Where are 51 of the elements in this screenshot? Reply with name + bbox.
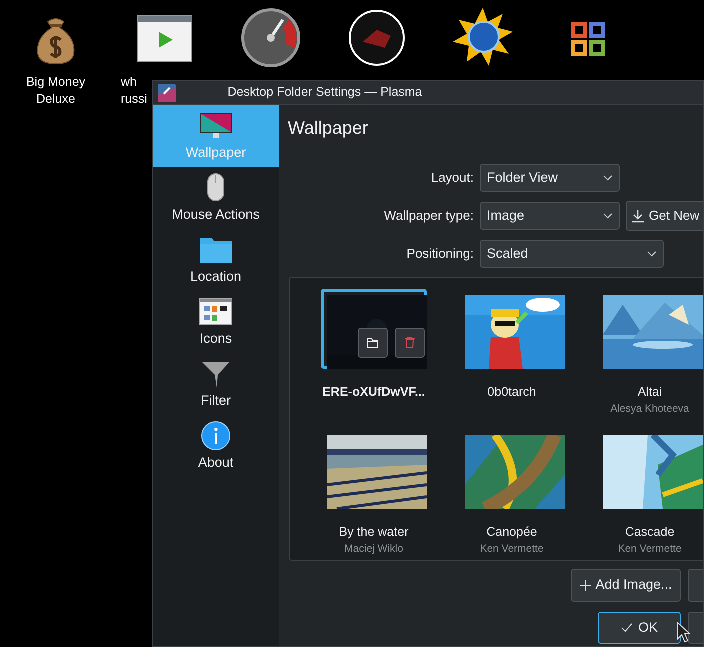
folder-icon xyxy=(367,338,379,348)
desktop-icon-label: Big Money Deluxe xyxy=(26,74,86,108)
sidebar-item[interactable]: Filter xyxy=(153,353,279,415)
wallpaper-name: Canopée xyxy=(486,524,538,541)
sidebar-item[interactable]: Icons xyxy=(153,291,279,353)
wallpaper-name: By the water xyxy=(339,524,409,541)
wallpaper-author: Ken Vermette xyxy=(618,542,682,557)
dropdown[interactable]: Scaled xyxy=(480,240,664,268)
add-image-button[interactable]: Add Image... xyxy=(570,569,682,602)
page-title: Wallpaper xyxy=(288,117,370,140)
wallpaper-tile[interactable]: Altai Alesya Khoteeva xyxy=(581,289,703,429)
checkmark-icon xyxy=(621,623,634,633)
gauge-icon[interactable] xyxy=(241,8,301,68)
ok-button[interactable]: OK xyxy=(598,612,682,644)
sidebar-item[interactable]: Location xyxy=(153,229,279,291)
wallpaper-name: Altai xyxy=(638,384,662,401)
monitor-icon xyxy=(198,110,234,141)
wallpaper-author: Ken Vermette xyxy=(480,542,544,557)
field-label: Wallpaper type: xyxy=(383,207,474,226)
icons-window-icon xyxy=(198,296,234,327)
mouse-cursor-icon xyxy=(677,622,691,644)
app-icon xyxy=(157,82,177,102)
chevron-down-icon xyxy=(647,251,657,257)
desktop-icon-label: wh russi xyxy=(121,74,148,108)
trash-icon xyxy=(404,337,416,349)
sidebar-item[interactable]: About xyxy=(153,415,279,477)
wallpaper-tile[interactable]: ERE-oXUfDwVF... xyxy=(305,289,443,429)
dropdown[interactable]: Image xyxy=(480,202,620,230)
wallpaper-name: 0b0tarch xyxy=(488,384,536,401)
download-icon xyxy=(631,209,645,223)
sidebar-item[interactable]: Mouse Actions xyxy=(153,167,279,229)
wallpaper-author: Maciej Wiklo xyxy=(344,542,404,557)
get-new-button[interactable]: Get New xyxy=(626,201,703,231)
wallpaper-tile[interactable]: 0b0tarch xyxy=(443,289,581,429)
wallpaper-author: Alesya Khoteeva xyxy=(610,402,690,417)
wallpaper-name: Cascade xyxy=(625,524,675,541)
dropdown[interactable]: Folder View xyxy=(480,164,620,192)
chevron-down-icon xyxy=(603,213,613,219)
delete-button[interactable] xyxy=(395,328,425,358)
plus-icon xyxy=(580,580,591,591)
globe-sun-icon[interactable] xyxy=(453,8,513,68)
chevron-down-icon xyxy=(603,175,613,181)
wallpaper-name: ERE-oXUfDwVF... xyxy=(322,384,426,401)
field-label: Layout: xyxy=(430,169,474,188)
wallpaper-tile[interactable]: By the water Maciej Wiklo xyxy=(305,429,443,569)
wallpaper-tile[interactable]: Cascade Ken Vermette xyxy=(581,429,703,569)
wallpaper-tile[interactable]: Canopée Ken Vermette xyxy=(443,429,581,569)
open-folder-button[interactable] xyxy=(358,328,388,358)
circle-emblem-icon[interactable] xyxy=(347,8,407,68)
field-label: Positioning: xyxy=(406,245,474,264)
window-title: Desktop Folder Settings — Plasma xyxy=(226,84,424,102)
